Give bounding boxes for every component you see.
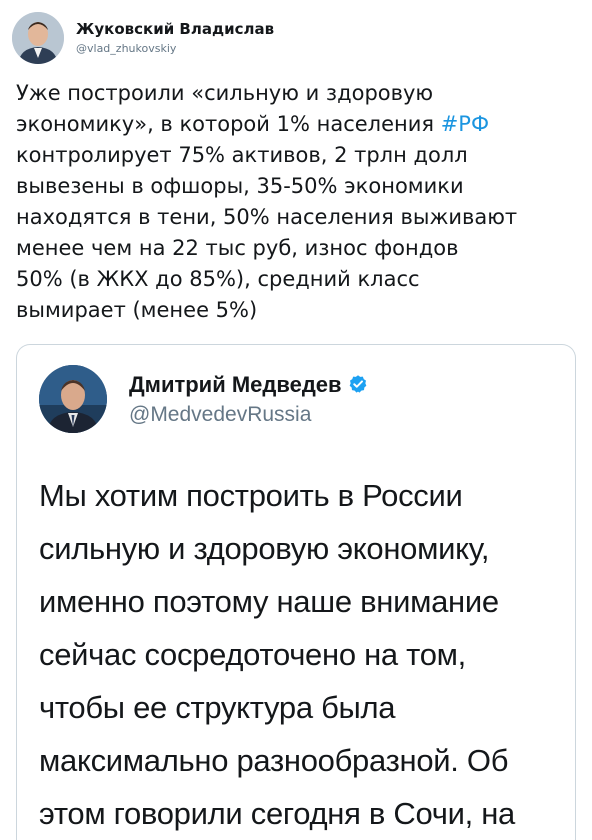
- verified-badge-icon: [349, 375, 366, 393]
- tweet-header: Жуковский Владислав @vlad_zhukovskiy: [12, 10, 274, 66]
- hashtag-link[interactable]: #РФ: [441, 112, 489, 136]
- quoted-tweet-header: Дмитрий Медведев @MedvedevRussia: [39, 365, 368, 433]
- author-info: Жуковский Владислав @vlad_zhukovskiy: [76, 20, 274, 57]
- quoted-author-name[interactable]: Дмитрий Медведев: [129, 371, 342, 398]
- quoted-name-row: Дмитрий Медведев: [129, 371, 368, 398]
- quoted-author-handle[interactable]: @MedvedevRussia: [129, 402, 368, 428]
- quoted-tweet-card[interactable]: Дмитрий Медведев @MedvedevRussia Мы хоти…: [16, 344, 576, 840]
- quoted-author-info: Дмитрий Медведев @MedvedevRussia: [129, 371, 368, 428]
- tweet-text-part-1: Уже построили «сильную и здоровую эконом…: [16, 81, 435, 136]
- quoted-author-avatar[interactable]: [39, 365, 107, 433]
- author-name[interactable]: Жуковский Владислав: [76, 20, 274, 39]
- tweet-text: Уже построили «сильную и здоровую эконом…: [16, 78, 576, 326]
- quoted-tweet-text: Мы хотим построить в России сильную и зд…: [39, 478, 515, 831]
- tweet-text-part-2: контролирует 75% активов, 2 трлн долл вы…: [16, 143, 518, 322]
- author-handle[interactable]: @vlad_zhukovskiy: [76, 41, 274, 57]
- author-avatar[interactable]: [12, 12, 64, 64]
